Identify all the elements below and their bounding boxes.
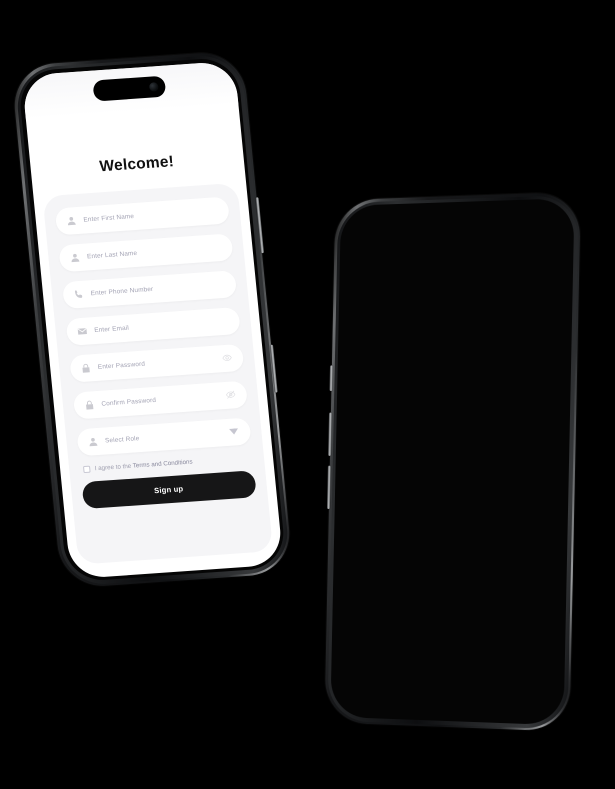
confirm-password-placeholder: Confirm Password [101,396,157,408]
confirm-password-field[interactable]: Confirm Password [72,380,248,420]
signup-content: Welcome! Enter First Name Enter Last Nam… [21,60,283,578]
user-icon [69,251,81,263]
phone-number-placeholder: Enter Phone Number [90,285,154,297]
lock-icon [79,362,91,374]
last-name-field[interactable]: Enter Last Name [57,232,234,272]
last-name-placeholder: Enter Last Name [86,249,138,260]
mail-icon [76,325,88,337]
two-hearts-icon [403,202,455,210]
phone-number-field[interactable]: Enter Phone Number [61,269,237,309]
terms-link[interactable]: Terms and Conditions [132,458,192,469]
terms-prefix: I agree to the [94,462,134,472]
page-title: Welcome! [98,152,175,175]
chevron-down-icon[interactable] [228,428,239,435]
first-name-placeholder: Enter First Name [83,212,135,224]
smartphone-mockup-signup: Welcome! Enter First Name Enter Last Nam… [10,50,294,589]
lock-icon [83,399,95,411]
phone-bezel: Care Partners Project [330,198,579,726]
side-button-action[interactable] [329,365,333,391]
terms-row[interactable]: I agree to the Terms and Conditions [82,454,252,473]
email-placeholder: Enter Email [93,324,130,334]
signup-button[interactable]: Sign up [80,469,257,509]
signup-form-panel: Enter First Name Enter Last Name Enter P… [41,182,273,565]
smartphone-mockup-splash: Care Partners Project [324,191,581,732]
brand-line-2: Partners [462,202,516,210]
role-select[interactable]: Select Role [75,416,252,456]
terms-checkbox[interactable] [82,465,91,473]
phone-icon [72,288,84,300]
email-field[interactable]: Enter Email [64,306,241,346]
brand-name: Care Partners Project [461,202,516,210]
eye-icon[interactable] [221,353,232,364]
mockup-canvas: Welcome! Enter First Name Enter Last Nam… [0,0,615,789]
eye-off-icon[interactable] [225,389,236,400]
user-icon [65,215,77,227]
user-icon [87,436,99,448]
role-select-placeholder: Select Role [104,434,140,445]
password-placeholder: Enter Password [97,360,146,371]
password-field[interactable]: Enter Password [68,343,244,383]
signup-screen: Welcome! Enter First Name Enter Last Nam… [21,60,283,579]
terms-label: I agree to the Terms and Conditions [94,458,192,472]
first-name-field[interactable]: Enter First Name [54,196,230,235]
